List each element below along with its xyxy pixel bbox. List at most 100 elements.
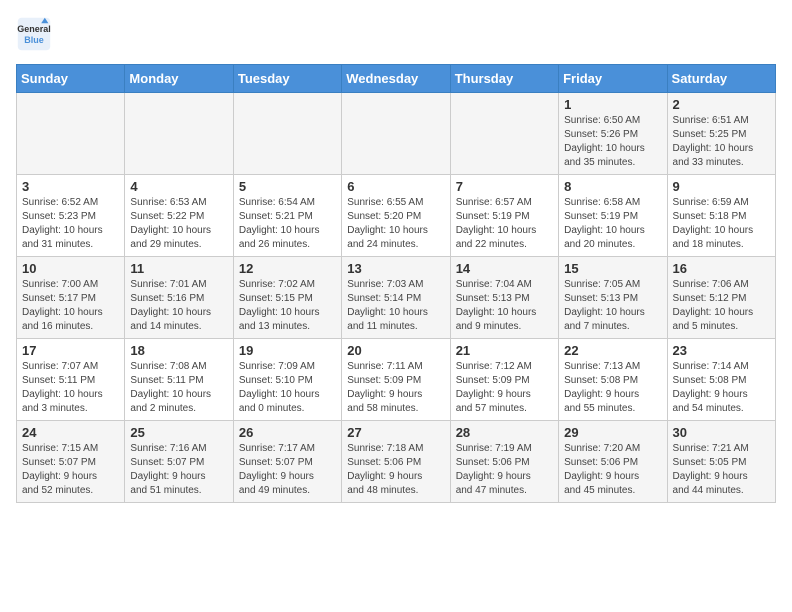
header-tuesday: Tuesday: [233, 65, 341, 93]
day-info: Sunrise: 7:11 AM Sunset: 5:09 PM Dayligh…: [347, 360, 444, 416]
day-number: 25: [130, 425, 227, 440]
day-number: 27: [347, 425, 444, 440]
day-number: 26: [239, 425, 336, 440]
calendar-cell: 21 Sunrise: 7:12 AM Sunset: 5:09 PM Dayli…: [450, 339, 558, 421]
day-info: Sunrise: 7:07 AM Sunset: 5:11 PM Dayligh…: [22, 360, 119, 416]
header-saturday: Saturday: [667, 65, 775, 93]
day-number: 8: [564, 179, 661, 194]
day-number: 6: [347, 179, 444, 194]
day-number: 18: [130, 343, 227, 358]
day-number: 9: [673, 179, 770, 194]
day-number: 5: [239, 179, 336, 194]
calendar-cell: 6Sunrise: 6:55 AM Sunset: 5:20 PM Daylig…: [342, 175, 450, 257]
calendar-cell: 14 Sunrise: 7:04 AM Sunset: 5:13 PM Dayli…: [450, 257, 558, 339]
day-info: Sunrise: 7:18 AM Sunset: 5:06 PM Dayligh…: [347, 442, 444, 498]
day-info: Sunrise: 7:15 AM Sunset: 5:07 PM Dayligh…: [22, 442, 119, 498]
logo-icon: General Blue: [16, 16, 52, 52]
calendar-week-5: 24Sunrise: 7:15 AM Sunset: 5:07 PM Dayli…: [17, 421, 776, 503]
day-number: 3: [22, 179, 119, 194]
calendar-cell: 7 Sunrise: 6:57 AM Sunset: 5:19 PM Daylig…: [450, 175, 558, 257]
header-monday: Monday: [125, 65, 233, 93]
calendar-cell: 2 Sunrise: 6:51 AM Sunset: 5:25 PM Daylig…: [667, 93, 775, 175]
page-header: General Blue: [16, 16, 776, 52]
day-number: 29: [564, 425, 661, 440]
header-wednesday: Wednesday: [342, 65, 450, 93]
day-number: 2: [673, 97, 770, 112]
calendar-cell: [342, 93, 450, 175]
calendar-cell: 24Sunrise: 7:15 AM Sunset: 5:07 PM Dayli…: [17, 421, 125, 503]
header-thursday: Thursday: [450, 65, 558, 93]
day-info: Sunrise: 7:03 AM Sunset: 5:14 PM Dayligh…: [347, 278, 444, 334]
calendar-week-3: 10Sunrise: 7:00 AM Sunset: 5:17 PM Dayli…: [17, 257, 776, 339]
calendar-cell: 22 Sunrise: 7:13 AM Sunset: 5:08 PM Dayli…: [559, 339, 667, 421]
calendar-header-row: SundayMondayTuesdayWednesdayThursdayFrid…: [17, 65, 776, 93]
day-number: 22: [564, 343, 661, 358]
day-number: 19: [239, 343, 336, 358]
calendar-cell: 15 Sunrise: 7:05 AM Sunset: 5:13 PM Dayli…: [559, 257, 667, 339]
day-info: Sunrise: 6:57 AM Sunset: 5:19 PM Dayligh…: [456, 196, 553, 252]
day-info: Sunrise: 6:51 AM Sunset: 5:25 PM Dayligh…: [673, 114, 770, 170]
day-number: 21: [456, 343, 553, 358]
day-number: 12: [239, 261, 336, 276]
day-number: 11: [130, 261, 227, 276]
calendar-cell: 29 Sunrise: 7:20 AM Sunset: 5:06 PM Dayli…: [559, 421, 667, 503]
day-number: 16: [673, 261, 770, 276]
calendar-cell: 30 Sunrise: 7:21 AM Sunset: 5:05 PM Dayli…: [667, 421, 775, 503]
day-info: Sunrise: 7:05 AM Sunset: 5:13 PM Dayligh…: [564, 278, 661, 334]
calendar-cell: 11 Sunrise: 7:01 AM Sunset: 5:16 PM Dayli…: [125, 257, 233, 339]
calendar-cell: 25 Sunrise: 7:16 AM Sunset: 5:07 PM Dayli…: [125, 421, 233, 503]
day-info: Sunrise: 7:14 AM Sunset: 5:08 PM Dayligh…: [673, 360, 770, 416]
day-number: 23: [673, 343, 770, 358]
day-info: Sunrise: 6:59 AM Sunset: 5:18 PM Dayligh…: [673, 196, 770, 252]
header-sunday: Sunday: [17, 65, 125, 93]
calendar-week-1: 1Sunrise: 6:50 AM Sunset: 5:26 PM Daylig…: [17, 93, 776, 175]
calendar-cell: 17 Sunrise: 7:07 AM Sunset: 5:11 PM Dayli…: [17, 339, 125, 421]
day-number: 15: [564, 261, 661, 276]
calendar-cell: [17, 93, 125, 175]
day-number: 20: [347, 343, 444, 358]
calendar-cell: [233, 93, 341, 175]
day-info: Sunrise: 7:04 AM Sunset: 5:13 PM Dayligh…: [456, 278, 553, 334]
calendar-cell: 13 Sunrise: 7:03 AM Sunset: 5:14 PM Dayli…: [342, 257, 450, 339]
calendar-cell: 20 Sunrise: 7:11 AM Sunset: 5:09 PM Dayli…: [342, 339, 450, 421]
calendar-week-2: 3 Sunrise: 6:52 AM Sunset: 5:23 PM Daylig…: [17, 175, 776, 257]
calendar-cell: 8Sunrise: 6:58 AM Sunset: 5:19 PM Daylig…: [559, 175, 667, 257]
calendar-cell: 27 Sunrise: 7:18 AM Sunset: 5:06 PM Dayli…: [342, 421, 450, 503]
day-info: Sunrise: 6:52 AM Sunset: 5:23 PM Dayligh…: [22, 196, 119, 252]
day-info: Sunrise: 7:19 AM Sunset: 5:06 PM Dayligh…: [456, 442, 553, 498]
calendar-cell: 23 Sunrise: 7:14 AM Sunset: 5:08 PM Dayli…: [667, 339, 775, 421]
day-info: Sunrise: 7:01 AM Sunset: 5:16 PM Dayligh…: [130, 278, 227, 334]
calendar-cell: 4Sunrise: 6:53 AM Sunset: 5:22 PM Daylig…: [125, 175, 233, 257]
day-number: 13: [347, 261, 444, 276]
day-number: 14: [456, 261, 553, 276]
header-friday: Friday: [559, 65, 667, 93]
day-info: Sunrise: 7:17 AM Sunset: 5:07 PM Dayligh…: [239, 442, 336, 498]
calendar-cell: 28 Sunrise: 7:19 AM Sunset: 5:06 PM Dayli…: [450, 421, 558, 503]
calendar-cell: 10Sunrise: 7:00 AM Sunset: 5:17 PM Dayli…: [17, 257, 125, 339]
svg-text:Blue: Blue: [24, 35, 44, 45]
day-info: Sunrise: 7:21 AM Sunset: 5:05 PM Dayligh…: [673, 442, 770, 498]
calendar-cell: 9 Sunrise: 6:59 AM Sunset: 5:18 PM Daylig…: [667, 175, 775, 257]
svg-text:General: General: [17, 24, 51, 34]
day-number: 17: [22, 343, 119, 358]
calendar-cell: 5 Sunrise: 6:54 AM Sunset: 5:21 PM Daylig…: [233, 175, 341, 257]
day-info: Sunrise: 7:08 AM Sunset: 5:11 PM Dayligh…: [130, 360, 227, 416]
day-number: 7: [456, 179, 553, 194]
day-number: 28: [456, 425, 553, 440]
day-info: Sunrise: 6:54 AM Sunset: 5:21 PM Dayligh…: [239, 196, 336, 252]
calendar-week-4: 17 Sunrise: 7:07 AM Sunset: 5:11 PM Dayli…: [17, 339, 776, 421]
calendar-cell: 26 Sunrise: 7:17 AM Sunset: 5:07 PM Dayli…: [233, 421, 341, 503]
calendar-table: SundayMondayTuesdayWednesdayThursdayFrid…: [16, 64, 776, 503]
day-info: Sunrise: 7:20 AM Sunset: 5:06 PM Dayligh…: [564, 442, 661, 498]
day-info: Sunrise: 7:13 AM Sunset: 5:08 PM Dayligh…: [564, 360, 661, 416]
calendar-cell: 19Sunrise: 7:09 AM Sunset: 5:10 PM Dayli…: [233, 339, 341, 421]
day-info: Sunrise: 7:12 AM Sunset: 5:09 PM Dayligh…: [456, 360, 553, 416]
day-info: Sunrise: 7:16 AM Sunset: 5:07 PM Dayligh…: [130, 442, 227, 498]
day-info: Sunrise: 6:50 AM Sunset: 5:26 PM Dayligh…: [564, 114, 661, 170]
calendar-cell: 3 Sunrise: 6:52 AM Sunset: 5:23 PM Daylig…: [17, 175, 125, 257]
calendar-cell: [125, 93, 233, 175]
calendar-cell: 16 Sunrise: 7:06 AM Sunset: 5:12 PM Dayli…: [667, 257, 775, 339]
day-info: Sunrise: 7:06 AM Sunset: 5:12 PM Dayligh…: [673, 278, 770, 334]
day-number: 30: [673, 425, 770, 440]
day-info: Sunrise: 7:00 AM Sunset: 5:17 PM Dayligh…: [22, 278, 119, 334]
